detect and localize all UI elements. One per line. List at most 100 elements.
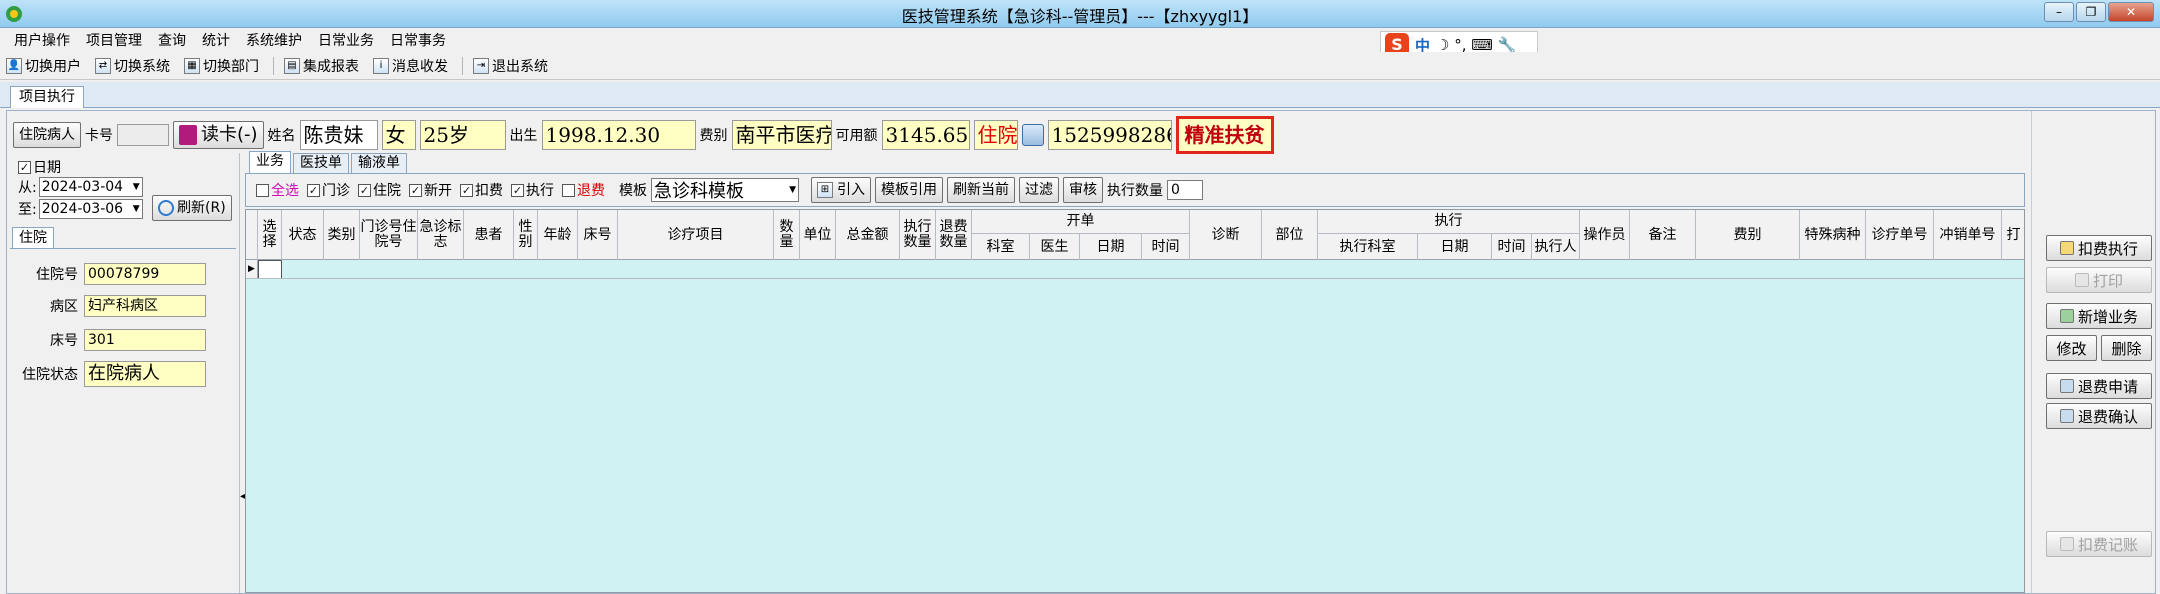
col-emergency-flag[interactable]: 急诊标志 xyxy=(418,210,464,260)
col-fee-type[interactable]: 费别 xyxy=(1696,210,1800,260)
col-treatment-item[interactable]: 诊疗项目 xyxy=(618,210,774,260)
date-label: 日期 xyxy=(33,160,61,176)
col-age[interactable]: 年龄 xyxy=(538,210,578,260)
new-order-checkbox[interactable]: ✓ 新开 xyxy=(409,180,452,200)
col-quantity[interactable]: 数量 xyxy=(774,210,800,260)
date-checkbox[interactable]: ✓ xyxy=(18,160,31,174)
col-category[interactable]: 类别 xyxy=(324,210,360,260)
delete-button[interactable]: 删除 xyxy=(2101,335,2152,361)
col-treatment-order-no[interactable]: 诊疗单号 xyxy=(1866,210,1934,260)
col-unit[interactable]: 单位 xyxy=(800,210,836,260)
col-executor[interactable]: 执行人 xyxy=(1532,234,1580,260)
patient-type-button[interactable]: 住院病人 xyxy=(13,122,81,148)
col-operator[interactable]: 操作员 xyxy=(1580,210,1630,260)
tab-infusion-order[interactable]: 输液单 xyxy=(351,153,407,173)
refresh-current-button[interactable]: 刷新当前 xyxy=(947,177,1015,203)
exec-count-input[interactable]: 0 xyxy=(1167,180,1203,200)
menu-statistics[interactable]: 统计 xyxy=(194,30,238,50)
audit-button[interactable]: 审核 xyxy=(1063,177,1103,203)
charged-checkbox[interactable]: ✓ 扣费 xyxy=(460,180,503,200)
edit-button[interactable]: 修改 xyxy=(2046,335,2097,361)
date-to-select[interactable]: 2024-03-06 ▼ xyxy=(38,199,143,219)
message-button[interactable]: i 消息收发 xyxy=(373,56,448,76)
import-button[interactable]: ⊞ 引入 xyxy=(811,177,871,203)
template-select[interactable]: 急诊科模板 ▼ xyxy=(651,178,799,202)
window-title: 医技管理系统【急诊科--管理员】---【zhxyygl1】 xyxy=(901,7,1259,26)
menu-daily-business[interactable]: 日常业务 xyxy=(310,30,382,50)
tab-project-execution[interactable]: 项目执行 xyxy=(10,86,84,108)
tab-medical-tech-order[interactable]: 医技单 xyxy=(293,153,349,173)
date-from-select[interactable]: 2024-03-04 ▼ xyxy=(38,177,143,197)
col-reversal-order-no[interactable]: 冲销单号 xyxy=(1934,210,2002,260)
card-number-input[interactable] xyxy=(117,124,169,146)
col-print-partial[interactable]: 打 xyxy=(2002,210,2024,260)
refund-checkbox[interactable]: 退费 xyxy=(562,180,605,200)
template-reference-button[interactable]: 模板引用 xyxy=(875,177,943,203)
menu-daily-affairs[interactable]: 日常事务 xyxy=(382,30,454,50)
filter-button[interactable]: 过滤 xyxy=(1019,177,1059,203)
refresh-button[interactable]: 刷新(R) xyxy=(152,195,232,221)
col-remarks[interactable]: 备注 xyxy=(1630,210,1696,260)
col-visit-number[interactable]: 门诊号住院号 xyxy=(360,210,418,260)
add-business-button[interactable]: 新增业务 xyxy=(2046,303,2152,329)
switch-system-button[interactable]: ⇄ 切换系统 xyxy=(95,56,170,76)
col-order-date[interactable]: 日期 xyxy=(1080,234,1142,260)
read-card-button[interactable]: 读卡(-) xyxy=(173,121,264,149)
col-order-doctor[interactable]: 医生 xyxy=(1030,234,1080,260)
charged-box[interactable]: ✓ xyxy=(460,183,473,197)
tab-business[interactable]: 业务 xyxy=(249,151,291,173)
col-exec-date[interactable]: 日期 xyxy=(1418,234,1492,260)
date-checkbox-row[interactable]: ✓ 日期 xyxy=(18,157,61,177)
outpatient-checkbox[interactable]: ✓ 门诊 xyxy=(307,180,350,200)
close-button[interactable]: ✕ xyxy=(2108,2,2154,22)
menu-project-mgmt[interactable]: 项目管理 xyxy=(78,30,150,50)
table-row[interactable] xyxy=(246,260,2024,279)
tab-inpatient[interactable]: 住院 xyxy=(12,227,54,249)
chevron-down-icon: ▼ xyxy=(789,185,796,195)
charge-execute-button[interactable]: 扣费执行 xyxy=(2046,235,2152,261)
col-select[interactable]: 选择 xyxy=(258,210,282,260)
switch-department-button[interactable]: ▦ 切换部门 xyxy=(184,56,259,76)
refund-request-button[interactable]: 退费申请 xyxy=(2046,373,2152,399)
admission-number-row: 住院号 00078799 xyxy=(10,263,206,285)
col-special-disease[interactable]: 特殊病种 xyxy=(1800,210,1866,260)
executed-box[interactable]: ✓ xyxy=(511,183,524,197)
menu-system-maintenance[interactable]: 系统维护 xyxy=(238,30,310,50)
inpatient-label: 住院 xyxy=(373,183,401,199)
fee-type-field: 南平市医疗 xyxy=(731,120,832,150)
inpatient-checkbox[interactable]: ✓ 住院 xyxy=(358,180,401,200)
new-order-box[interactable]: ✓ xyxy=(409,183,422,197)
executed-checkbox[interactable]: ✓ 执行 xyxy=(511,180,554,200)
col-order-time[interactable]: 时间 xyxy=(1142,234,1190,260)
select-all-checkbox[interactable]: 全选 xyxy=(256,180,299,200)
col-refund-quantity[interactable]: 退费数量 xyxy=(936,210,972,260)
refund-confirm-button[interactable]: 退费确认 xyxy=(2046,403,2152,429)
select-all-box[interactable] xyxy=(256,183,269,197)
col-diagnosis[interactable]: 诊断 xyxy=(1190,210,1262,260)
minimize-button[interactable]: – xyxy=(2044,2,2074,22)
outpatient-box[interactable]: ✓ xyxy=(307,183,320,197)
switch-user-button[interactable]: 👤 切换用户 xyxy=(6,56,81,76)
charge-record-button[interactable]: 扣费记账 xyxy=(2046,531,2152,557)
col-status[interactable]: 状态 xyxy=(282,210,324,260)
col-exec-dept[interactable]: 执行科室 xyxy=(1318,234,1418,260)
integrated-report-button[interactable]: ▤ 集成报表 xyxy=(284,56,359,76)
col-bed[interactable]: 床号 xyxy=(578,210,618,260)
col-order-dept[interactable]: 科室 xyxy=(972,234,1030,260)
restore-button[interactable]: ❐ xyxy=(2076,2,2106,22)
exit-system-button[interactable]: ⇥ 退出系统 xyxy=(473,56,548,76)
inpatient-box[interactable]: ✓ xyxy=(358,183,371,197)
col-patient[interactable]: 患者 xyxy=(464,210,514,260)
col-gender[interactable]: 性别 xyxy=(514,210,538,260)
col-exec-time[interactable]: 时间 xyxy=(1492,234,1532,260)
menu-user-ops[interactable]: 用户操作 xyxy=(6,30,78,50)
phone-icon[interactable] xyxy=(1021,124,1044,146)
col-total-amount[interactable]: 总金额 xyxy=(836,210,900,260)
menu-query[interactable]: 查询 xyxy=(150,30,194,50)
print-button[interactable]: 打印 xyxy=(2046,267,2152,293)
message-label: 消息收发 xyxy=(392,58,448,75)
charge-execute-label: 扣费执行 xyxy=(2077,239,2138,258)
refund-box[interactable] xyxy=(562,183,575,197)
col-exec-quantity[interactable]: 执行数量 xyxy=(900,210,936,260)
col-body-part[interactable]: 部位 xyxy=(1262,210,1318,260)
